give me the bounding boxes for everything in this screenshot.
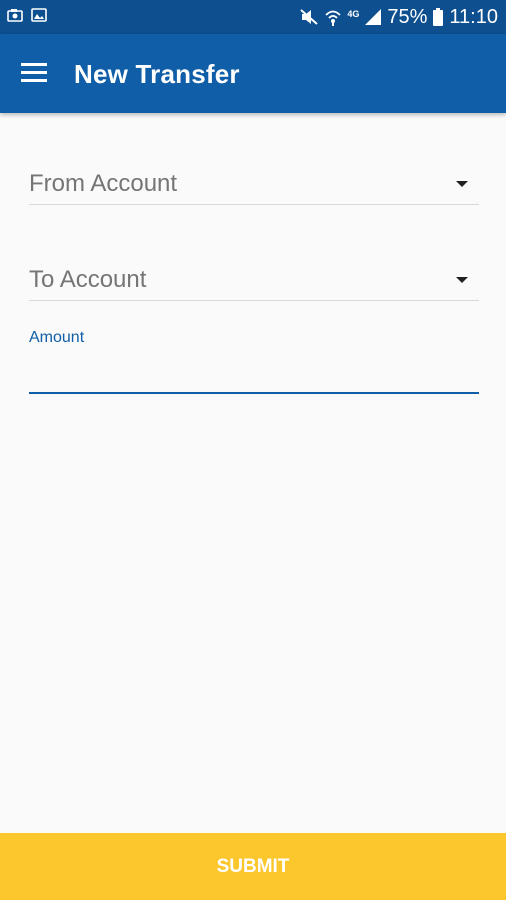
wifi-icon (325, 8, 342, 26)
battery-icon (433, 8, 444, 26)
submit-button[interactable]: SUBMIT (0, 833, 506, 900)
clock: 11:10 (449, 6, 498, 28)
signal-icon (365, 9, 382, 25)
chevron-down-icon (456, 277, 468, 283)
to-account-label: To Account (29, 266, 147, 293)
status-bar: 4G 75% 11:10 (0, 0, 506, 34)
amount-input[interactable] (29, 352, 479, 394)
lte-icon: 4G (347, 9, 360, 19)
battery-percent: 75% (387, 6, 428, 28)
hamburger-menu-icon[interactable] (21, 63, 47, 83)
status-left-icons (7, 8, 47, 22)
screenshot-icon (7, 8, 23, 22)
to-account-dropdown[interactable]: To Account (29, 250, 479, 301)
from-account-dropdown[interactable]: From Account (29, 154, 479, 205)
chevron-down-icon (456, 181, 468, 187)
new-transfer-screen: 4G 75% 11:10 New Transfer From Account T… (0, 0, 506, 900)
mute-icon (299, 8, 319, 26)
image-icon (31, 8, 47, 22)
status-right-icons: 4G 75% 11:10 (299, 5, 498, 29)
from-account-label: From Account (29, 170, 178, 197)
page-title: New Transfer (74, 59, 240, 89)
app-bar: New Transfer (0, 34, 506, 113)
amount-label: Amount (29, 329, 85, 346)
